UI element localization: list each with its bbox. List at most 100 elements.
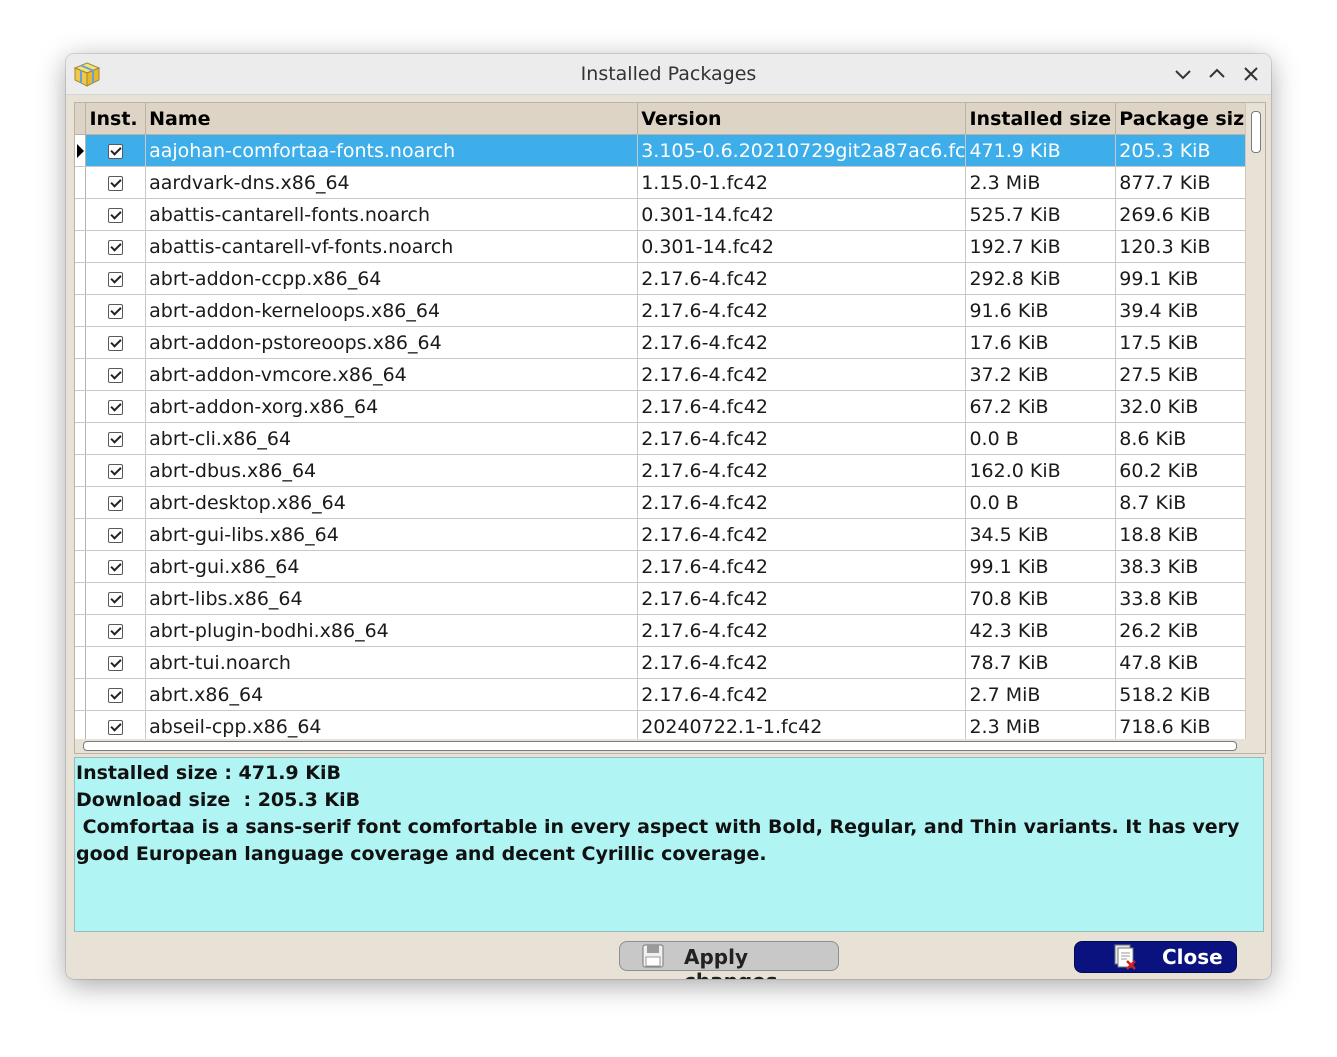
package-description-text: Comfortaa is a sans-serif font comfortab… (76, 816, 1246, 865)
package-name-cell: abrt-tui.noarch (145, 646, 639, 679)
title-bar[interactable]: Installed Packages (66, 54, 1271, 95)
column-header-inst[interactable]: Inst. (85, 103, 147, 135)
installed-checkbox[interactable] (108, 367, 124, 383)
installed-checkbox[interactable] (108, 687, 124, 703)
installed-checkbox[interactable] (108, 527, 124, 543)
installed-checkbox[interactable] (108, 463, 124, 479)
installed-size-cell: 0.0 B (965, 486, 1117, 519)
version-cell: 2.17.6-4.fc42 (637, 358, 967, 391)
table-row[interactable]: aajohan-comfortaa-fonts.noarch 3.105-0.6.… (75, 134, 1265, 167)
table-row[interactable]: abrt-dbus.x86_64 2.17.6-4.fc42 162.0 KiB 60… (75, 454, 1265, 487)
close-icon (1244, 67, 1258, 81)
table-row[interactable]: abrt.x86_64 2.17.6-4.fc42 2.7 MiB 518.2 KiB (75, 678, 1265, 711)
installed-checkbox-cell (85, 518, 147, 551)
table-row[interactable]: abrt-addon-ccpp.x86_64 2.17.6-4.fc42 292.8… (75, 262, 1265, 295)
vertical-scrollbar-thumb[interactable] (1251, 111, 1261, 153)
package-name-cell: aardvark-dns.x86_64 (145, 166, 639, 199)
installed-checkbox[interactable] (108, 559, 124, 575)
table-header-row: Inst. Name Version Installed size Packag… (75, 103, 1265, 135)
package-size-cell: 269.6 KiB (1115, 198, 1265, 231)
package-size-cell: 8.6 KiB (1115, 422, 1265, 455)
package-size-cell: 27.5 KiB (1115, 358, 1265, 391)
table-row[interactable]: abattis-cantarell-vf-fonts.noarch 0.301-1… (75, 230, 1265, 263)
horizontal-scrollbar-thumb[interactable] (83, 741, 1237, 751)
vertical-scrollbar[interactable] (1245, 103, 1265, 739)
row-indicator (75, 390, 87, 423)
column-header-installed-size[interactable]: Installed size (965, 103, 1117, 135)
download-size-text: Download size : 205.3 KiB (76, 789, 361, 811)
package-name-cell: abrt-dbus.x86_64 (145, 454, 639, 487)
table-row[interactable]: abrt-addon-xorg.x86_64 2.17.6-4.fc42 67.2 … (75, 390, 1265, 423)
table-row[interactable]: abrt-cli.x86_64 2.17.6-4.fc42 0.0 B 8.6 KiB (75, 422, 1265, 455)
installed-checkbox[interactable] (108, 623, 124, 639)
installed-checkbox[interactable] (108, 303, 124, 319)
package-size-cell: 33.8 KiB (1115, 582, 1265, 615)
installed-checkbox[interactable] (108, 175, 124, 191)
installed-checkbox[interactable] (108, 591, 124, 607)
row-indicator (75, 166, 87, 199)
package-name-cell: aajohan-comfortaa-fonts.noarch (145, 134, 639, 167)
installed-size-cell: 2.3 MiB (965, 710, 1117, 743)
table-row[interactable]: abrt-plugin-bodhi.x86_64 2.17.6-4.fc42 42.… (75, 614, 1265, 647)
installed-checkbox[interactable] (108, 399, 124, 415)
column-header-version[interactable]: Version (637, 103, 967, 135)
version-cell: 2.17.6-4.fc42 (637, 454, 967, 487)
table-row[interactable]: abrt-libs.x86_64 2.17.6-4.fc42 70.8 KiB 33.… (75, 582, 1265, 615)
document-delete-icon (1113, 944, 1137, 975)
row-indicator (75, 710, 87, 743)
table-row[interactable]: abseil-cpp.x86_64 20240722.1-1.fc42 2.3 Mi… (75, 710, 1265, 743)
installed-size-text: Installed size : 471.9 KiB (76, 762, 341, 784)
installed-checkbox[interactable] (108, 431, 124, 447)
table-row[interactable]: abrt-desktop.x86_64 2.17.6-4.fc42 0.0 B 8.7… (75, 486, 1265, 519)
installed-checkbox-cell (85, 582, 147, 615)
table-row[interactable]: abrt-addon-kerneloops.x86_64 2.17.6-4.fc4… (75, 294, 1265, 327)
version-cell: 20240722.1-1.fc42 (637, 710, 967, 743)
package-name-cell: abseil-cpp.x86_64 (145, 710, 639, 743)
apply-changes-label: Apply changes (684, 945, 778, 979)
installed-checkbox-cell (85, 550, 147, 583)
version-cell: 2.17.6-4.fc42 (637, 550, 967, 583)
table-row[interactable]: abrt-gui.x86_64 2.17.6-4.fc42 99.1 KiB 38.3… (75, 550, 1265, 583)
installed-checkbox[interactable] (108, 239, 124, 255)
installed-checkbox[interactable] (108, 495, 124, 511)
installed-checkbox[interactable] (108, 655, 124, 671)
close-button[interactable]: Close (1074, 941, 1237, 973)
table-row[interactable]: abrt-gui-libs.x86_64 2.17.6-4.fc42 34.5 Ki… (75, 518, 1265, 551)
package-name-cell: abrt-addon-ccpp.x86_64 (145, 262, 639, 295)
row-indicator-header (75, 103, 87, 135)
installed-checkbox[interactable] (108, 143, 124, 159)
package-size-cell: 26.2 KiB (1115, 614, 1265, 647)
installed-checkbox[interactable] (108, 271, 124, 287)
column-header-package-size[interactable]: Package size (1115, 103, 1265, 135)
installed-checkbox[interactable] (108, 719, 124, 735)
installed-checkbox-cell (85, 166, 147, 199)
packages-grid[interactable]: Inst. Name Version Installed size Packag… (74, 102, 1266, 754)
package-size-cell: 205.3 KiB (1115, 134, 1265, 167)
package-name-cell: abrt-cli.x86_64 (145, 422, 639, 455)
row-indicator (75, 582, 87, 615)
table-row[interactable]: aardvark-dns.x86_64 1.15.0-1.fc42 2.3 MiB 8… (75, 166, 1265, 199)
installed-checkbox[interactable] (108, 335, 124, 351)
version-cell: 0.301-14.fc42 (637, 230, 967, 263)
installed-size-cell: 91.6 KiB (965, 294, 1117, 327)
version-cell: 2.17.6-4.fc42 (637, 582, 967, 615)
maximize-button[interactable] (1205, 62, 1229, 86)
apply-changes-button[interactable]: Apply changes (619, 941, 839, 979)
table-row[interactable]: abattis-cantarell-fonts.noarch 0.301-14.f… (75, 198, 1265, 231)
package-size-cell: 32.0 KiB (1115, 390, 1265, 423)
column-header-name[interactable]: Name (145, 103, 639, 135)
table-row[interactable]: abrt-tui.noarch 2.17.6-4.fc42 78.7 KiB 47.8… (75, 646, 1265, 679)
chevron-down-icon (1175, 70, 1191, 80)
table-row[interactable]: abrt-addon-vmcore.x86_64 2.17.6-4.fc42 37.… (75, 358, 1265, 391)
package-name-cell: abrt-addon-vmcore.x86_64 (145, 358, 639, 391)
package-name-cell: abrt-addon-kerneloops.x86_64 (145, 294, 639, 327)
package-size-cell: 518.2 KiB (1115, 678, 1265, 711)
close-window-button[interactable] (1239, 62, 1263, 86)
installed-checkbox[interactable] (108, 207, 124, 223)
minimize-button[interactable] (1171, 62, 1195, 86)
horizontal-scrollbar[interactable] (75, 739, 1265, 753)
installed-size-cell: 2.7 MiB (965, 678, 1117, 711)
table-row[interactable]: abrt-addon-pstoreoops.x86_64 2.17.6-4.fc4… (75, 326, 1265, 359)
current-row-arrow-icon (77, 143, 84, 158)
row-indicator (75, 262, 87, 295)
